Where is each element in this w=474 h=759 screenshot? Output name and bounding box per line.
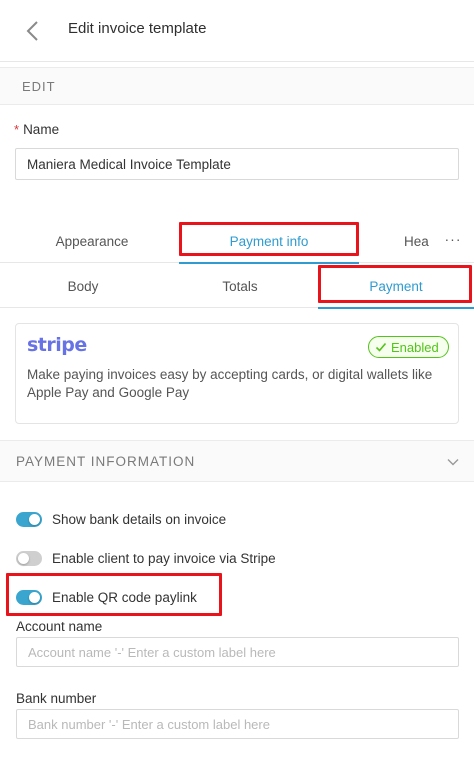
enable-qr-paylink-label: Enable QR code paylink xyxy=(52,589,197,605)
back-button[interactable] xyxy=(14,13,50,49)
enabled-badge-text: Enabled xyxy=(391,339,439,355)
stripe-description: Make paying invoices easy by accepting c… xyxy=(27,367,433,400)
name-input[interactable] xyxy=(15,148,459,180)
account-name-label: Account name xyxy=(16,619,103,634)
tab-payment-info[interactable]: Payment info xyxy=(179,220,359,264)
switch-knob xyxy=(29,513,40,525)
stripe-card: stripe Enabled Make paying invoices easy… xyxy=(15,323,459,424)
bank-number-input[interactable] xyxy=(16,709,459,739)
payment-information-collapse[interactable]: PAYMENT INFORMATION xyxy=(0,440,474,482)
tab-payment-label: Payment xyxy=(369,278,423,294)
toggle-row-qr-paylink: Enable QR code paylink xyxy=(16,587,197,607)
enable-stripe-label: Enable client to pay invoice via Stripe xyxy=(52,550,276,566)
tab-totals-label: Totals xyxy=(222,278,258,294)
required-mark: * xyxy=(14,122,20,137)
primary-tabs: Appearance Payment info Hea xyxy=(0,220,474,264)
tab-payment[interactable]: Payment xyxy=(318,264,474,309)
tab-payment-info-label: Payment info xyxy=(229,234,309,249)
tab-body-label: Body xyxy=(67,278,99,294)
secondary-tabs: Body Totals Payment xyxy=(0,264,474,309)
name-field-label: * Name xyxy=(14,122,59,137)
tab-appearance-label: Appearance xyxy=(55,234,129,249)
payment-information-title: PAYMENT INFORMATION xyxy=(16,454,196,469)
bank-number-label: Bank number xyxy=(16,691,97,706)
check-icon xyxy=(375,342,387,352)
page-title: Edit invoice template xyxy=(68,20,207,37)
enable-qr-paylink-switch[interactable] xyxy=(16,589,42,605)
show-bank-details-switch[interactable] xyxy=(16,511,42,527)
toggle-row-stripe: Enable client to pay invoice via Stripe xyxy=(16,548,276,568)
stripe-logo: stripe xyxy=(27,334,87,356)
account-name-input[interactable] xyxy=(16,637,459,667)
tab-totals[interactable]: Totals xyxy=(162,264,318,308)
enable-stripe-switch[interactable] xyxy=(16,550,42,566)
edit-section-label: EDIT xyxy=(22,79,56,94)
chevron-left-icon xyxy=(26,21,38,41)
name-label-text: Name xyxy=(23,122,60,137)
show-bank-details-label: Show bank details on invoice xyxy=(52,511,227,527)
page-header: Edit invoice template xyxy=(0,0,474,62)
tab-appearance[interactable]: Appearance xyxy=(22,220,162,263)
tab-header[interactable]: Hea xyxy=(404,220,434,263)
switch-knob xyxy=(29,591,40,603)
edit-section-header: EDIT xyxy=(0,67,474,105)
switch-knob xyxy=(18,552,29,564)
tabs-more-button[interactable]: ··· xyxy=(440,224,466,254)
edit-invoice-template-page: Edit invoice template EDIT *Name Appeara… xyxy=(0,0,474,759)
tab-ink-bar xyxy=(318,307,474,309)
stripe-enabled-badge: Enabled xyxy=(368,336,449,358)
chevron-down-icon xyxy=(447,459,459,466)
tab-body[interactable]: Body xyxy=(4,264,162,308)
toggle-row-bank-details: Show bank details on invoice xyxy=(16,509,226,529)
tab-header-label: Hea xyxy=(404,234,429,249)
